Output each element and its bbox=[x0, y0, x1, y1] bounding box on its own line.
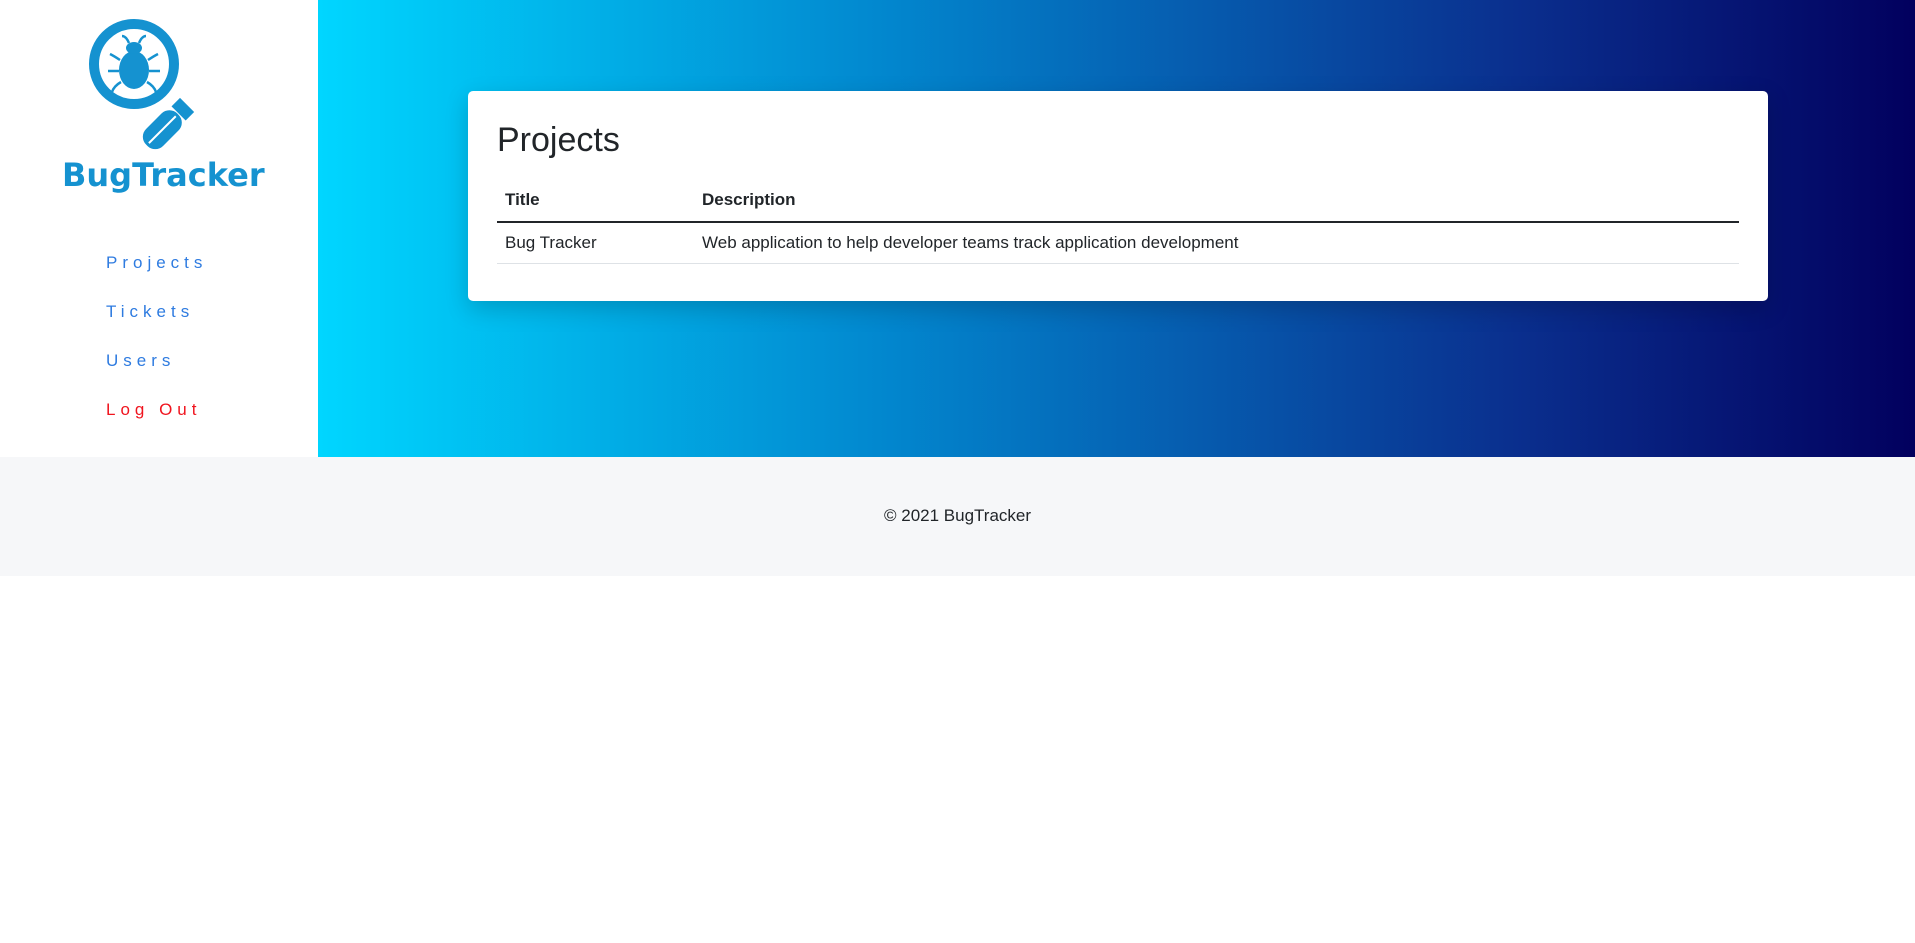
footer: © 2021 BugTracker bbox=[0, 457, 1915, 576]
copyright-text: © 2021 BugTracker bbox=[883, 506, 1032, 525]
brand-logo[interactable]: BugTracker bbox=[62, 16, 265, 196]
project-description-cell: Web application to help developer teams … bbox=[694, 222, 1739, 264]
column-header-description: Description bbox=[694, 183, 1739, 223]
table-row[interactable]: Bug Tracker Web application to help deve… bbox=[497, 222, 1739, 264]
bug-magnifier-icon bbox=[89, 19, 195, 150]
nav-item-tickets[interactable]: Tickets bbox=[106, 297, 207, 346]
projects-card: Projects Title Description Bug Tracker W… bbox=[468, 91, 1768, 301]
project-title-cell[interactable]: Bug Tracker bbox=[497, 222, 694, 264]
main-hero: Projects Title Description Bug Tracker W… bbox=[318, 0, 1915, 457]
sidebar: BugTracker Projects Tickets Users Log Ou… bbox=[0, 0, 318, 457]
top-section: BugTracker Projects Tickets Users Log Ou… bbox=[0, 0, 1915, 457]
nav-item-projects[interactable]: Projects bbox=[106, 248, 207, 297]
nav-item-users[interactable]: Users bbox=[106, 346, 207, 395]
column-header-title: Title bbox=[497, 183, 694, 223]
sidebar-nav: Projects Tickets Users Log Out bbox=[106, 248, 207, 444]
projects-table: Title Description Bug Tracker Web applic… bbox=[497, 183, 1739, 264]
table-header-row: Title Description bbox=[497, 183, 1739, 223]
page-title: Projects bbox=[497, 121, 620, 159]
nav-item-logout[interactable]: Log Out bbox=[106, 395, 207, 444]
brand-name: BugTracker bbox=[62, 156, 265, 194]
